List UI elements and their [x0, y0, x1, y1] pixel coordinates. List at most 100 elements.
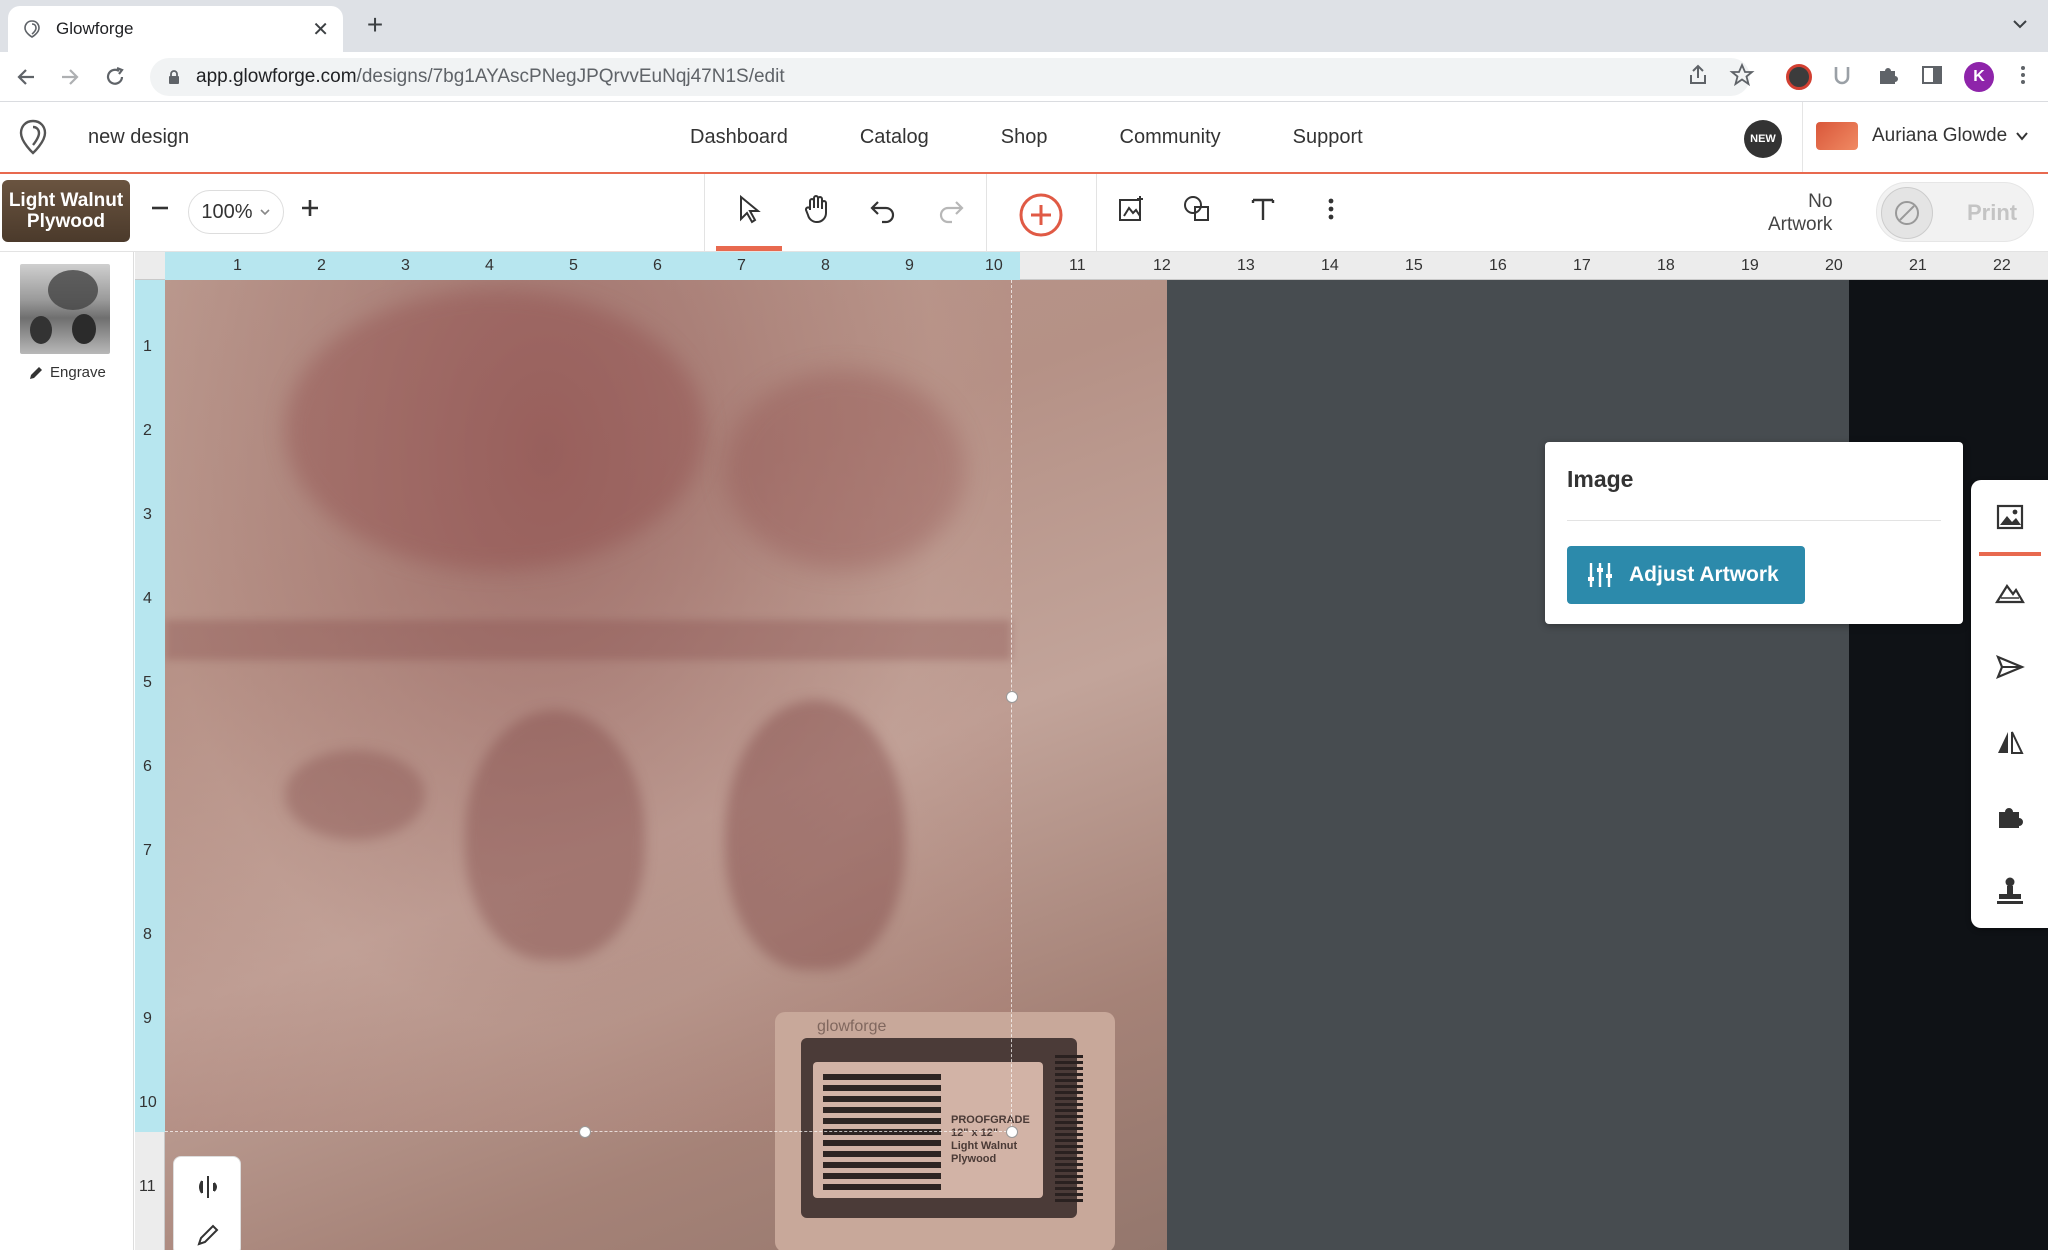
material-line-1: Light Walnut: [8, 190, 124, 211]
ruler-horizontal: 1 2 3 4 5 6 7 8 9 10 11 12 13 14 15 16 1…: [135, 252, 2048, 280]
more-options-icon[interactable]: [1314, 192, 1348, 226]
artwork-thumbnail[interactable]: [20, 264, 110, 354]
ruler-highlight: [165, 252, 1020, 280]
ruler-tick-label: 3: [401, 257, 410, 274]
nav-catalog[interactable]: Catalog: [860, 126, 929, 149]
toolbar-separator: [986, 174, 987, 252]
ruler-tick-label: 3: [143, 506, 152, 523]
nav-community[interactable]: Community: [1120, 126, 1221, 149]
label-material-1: Light Walnut: [951, 1140, 1018, 1152]
sliders-icon: [1588, 563, 1612, 587]
select-pointer-icon[interactable]: [732, 192, 766, 226]
print-button[interactable]: Print: [1876, 182, 2034, 242]
align-tools: [173, 1156, 241, 1250]
ruler-tick-label: 6: [653, 257, 662, 274]
image-icon[interactable]: [1993, 500, 2027, 534]
design-name[interactable]: new design: [88, 126, 189, 149]
adjust-artwork-button[interactable]: Adjust Artwork: [1567, 546, 1805, 604]
ruler-tick-label: 6: [143, 758, 152, 775]
ruler-tick-label: 11: [139, 1178, 156, 1195]
undo-icon[interactable]: [866, 192, 900, 226]
operation-engrave[interactable]: Engrave: [28, 364, 106, 381]
flip-icon[interactable]: [1993, 726, 2027, 760]
address-bar[interactable]: app.glowforge.com/designs/7bg1AYAscPNegJ…: [150, 58, 1750, 96]
user-menu[interactable]: Auriana Glowde: [1816, 122, 2029, 150]
trace-artwork-icon[interactable]: [1114, 192, 1148, 226]
tab-search-chevron-icon[interactable]: [2010, 14, 2030, 34]
design-canvas[interactable]: glowforge PROOFGRADE 12" x 12" Light Wal…: [135, 252, 2048, 1250]
tab-close-icon[interactable]: ✕: [312, 17, 329, 42]
text-icon[interactable]: [1246, 192, 1280, 226]
main-nav: Dashboard Catalog Shop Community Support: [690, 126, 1363, 149]
lock-icon: [169, 70, 179, 84]
browser-toolbar: app.glowforge.com/designs/7bg1AYAscPNegJ…: [0, 52, 2048, 102]
extension-icon[interactable]: [1786, 64, 1812, 90]
print-disabled-icon: [1881, 187, 1933, 239]
ruler-tick-label: 10: [139, 1094, 157, 1111]
ruler-tick-label: 11: [1069, 257, 1086, 274]
ruler-tick-label: 15: [1405, 257, 1423, 274]
user-avatar: [1816, 122, 1858, 150]
ruler-tick-label: 18: [1657, 257, 1675, 274]
reload-icon[interactable]: [102, 64, 128, 90]
panel-divider: [1567, 520, 1941, 521]
profile-avatar[interactable]: K: [1964, 62, 1994, 92]
artwork-status: No Artwork: [1768, 190, 1832, 236]
zoom-select[interactable]: 100%: [188, 190, 284, 234]
bookmark-star-icon[interactable]: [1729, 62, 1755, 88]
url-host: app.glowforge.com: [196, 66, 357, 87]
shapes-icon[interactable]: [1180, 192, 1214, 226]
glowforge-logo-icon[interactable]: [16, 118, 50, 156]
operation-label: Engrave: [50, 364, 106, 381]
adjust-artwork-label: Adjust Artwork: [1629, 563, 1779, 586]
glowforge-favicon-icon: [24, 20, 40, 38]
user-name: Auriana Glowde: [1872, 125, 2008, 146]
resize-handle-bottom[interactable]: [579, 1126, 591, 1138]
ruler-tick-label: 12: [1153, 257, 1171, 274]
hand-pan-icon[interactable]: [800, 192, 834, 226]
puzzle-icon[interactable]: [1875, 62, 1901, 88]
ruler-tick-label: 8: [821, 257, 830, 274]
zoom-value: 100%: [201, 200, 253, 223]
material-selector[interactable]: Light Walnut Plywood: [2, 180, 130, 242]
selection-box[interactable]: [165, 280, 1012, 1132]
new-badge-icon[interactable]: NEW: [1744, 120, 1782, 158]
pencil-icon: [30, 366, 42, 379]
share-icon[interactable]: [1685, 62, 1711, 88]
label-material-2: Plywood: [951, 1153, 997, 1165]
toolbar-separator: [1096, 174, 1097, 252]
add-artwork-icon[interactable]: [1018, 192, 1064, 238]
send-arrow-icon[interactable]: [1993, 650, 2027, 684]
forward-icon[interactable]: [56, 64, 82, 90]
stamp-icon[interactable]: [1993, 874, 2027, 908]
nav-support[interactable]: Support: [1293, 126, 1363, 149]
ruler-vertical: 1 2 3 4 5 6 7 8 9 10 11: [135, 280, 165, 1250]
side-panel-icon[interactable]: [1919, 62, 1945, 88]
edit-pencil-icon[interactable]: [194, 1221, 222, 1249]
resize-handle-corner[interactable]: [1006, 1126, 1018, 1138]
ruler-tick-label: 2: [317, 257, 326, 274]
ruler-tick-label: 7: [143, 842, 152, 859]
resize-handle-right[interactable]: [1006, 691, 1018, 703]
puzzle-piece-icon[interactable]: [1993, 800, 2027, 834]
ruler-tick-label: 7: [737, 257, 746, 274]
back-icon[interactable]: [14, 64, 40, 90]
thumbnail-tree: [48, 270, 98, 310]
ruler-tick-label: 16: [1489, 257, 1507, 274]
nav-dashboard[interactable]: Dashboard: [690, 126, 788, 149]
nav-shop[interactable]: Shop: [1001, 126, 1048, 149]
align-center-icon[interactable]: [194, 1173, 222, 1201]
new-tab-icon[interactable]: +: [360, 10, 390, 40]
redo-icon[interactable]: [934, 192, 968, 226]
ruler-tick-label: 10: [985, 257, 1003, 274]
ruler-tick-label: 4: [143, 590, 152, 607]
engrave-mountain-icon[interactable]: [1993, 576, 2027, 610]
u-extension-icon[interactable]: [1829, 62, 1855, 88]
zoom-out-icon[interactable]: [148, 196, 172, 220]
zoom-in-icon[interactable]: [298, 196, 322, 220]
browser-menu-icon[interactable]: [2010, 62, 2036, 88]
ruler-tick-label: 17: [1573, 257, 1591, 274]
right-tool-rail: [1971, 480, 2048, 928]
browser-tab[interactable]: Glowforge ✕: [8, 6, 343, 52]
ruler-tick-label: 9: [905, 257, 914, 274]
